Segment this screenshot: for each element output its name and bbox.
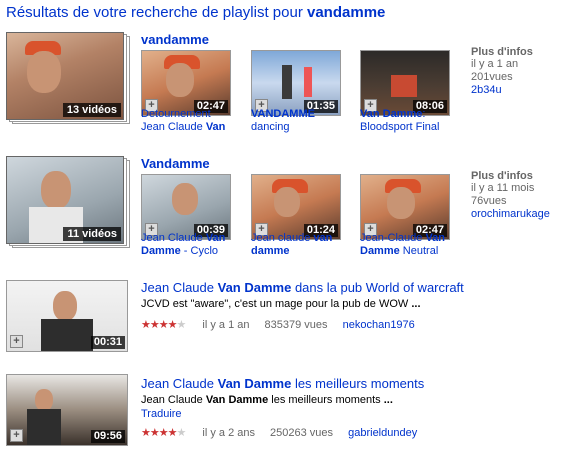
rating-stars: ★★★★★ [141,427,186,439]
upload-age: il y a 2 ans [202,427,255,439]
video-duration: 00:31 [90,336,125,349]
more-info-link[interactable]: Plus d'infos [471,46,533,58]
video-description: Jean Claude Van Damme les meilleurs mome… [141,394,393,406]
caption-line: VANDAMME [251,108,315,120]
face-shape [274,187,300,217]
view-count: 835379 vues [264,319,328,331]
uploader-link[interactable]: nekochan1976 [343,319,415,331]
caption-line: damme [251,245,290,257]
caption-line: Van Damme: [360,108,426,120]
face-shape [387,187,415,219]
uploader-link[interactable]: 2b34u [471,84,533,96]
fighter-shape [391,75,417,97]
page-title-prefix: Résultats de votre recherche de playlist… [6,4,303,21]
shirt-shape [27,409,61,445]
video-duration: 09:56 [90,430,125,443]
video-caption[interactable]: Jean claude van damme [251,232,351,258]
video-title[interactable]: Jean Claude Van Damme dans la pub World … [141,280,464,295]
video-caption[interactable]: Detournement Jean Claude Van [141,108,241,134]
caption-line: Detournement [141,108,211,120]
upload-age: il y a 1 an [202,319,250,331]
dancer-shape [304,67,312,97]
uploader-link[interactable]: orochimarukage [471,208,550,220]
video-thumbnail[interactable]: + 08:06 [360,50,450,116]
add-icon[interactable]: + [10,429,23,442]
face-shape [41,171,71,209]
translate-link[interactable]: Traduire [141,408,182,420]
caption-line: Jean-Claude Van [360,232,446,244]
caption-line: Jean Claude Van [141,232,226,244]
video-meta: ★★★★★ il y a 1 an 835379 vues nekochan19… [141,318,415,331]
caption-line: Jean Claude Van [141,121,226,133]
dancer-shape [282,65,292,99]
add-icon[interactable]: + [10,335,23,348]
video-thumbnail[interactable]: + 00:31 [6,280,128,352]
playlist-thumbnail[interactable]: 13 vidéos [6,32,130,124]
face-shape [172,183,198,215]
video-caption[interactable]: Jean Claude Van Damme - Cyclo [141,232,241,258]
playlist-cover-image: 13 vidéos [6,32,124,120]
caption-line: Damme Neutral [360,245,439,257]
view-count: 76vues [471,195,507,207]
playlist-info: Plus d'infos il y a 1 an 201vues 2b34u [471,46,533,96]
upload-age: il y a 1 an [471,58,519,70]
caption-line: Jean claude van [251,232,333,244]
playlist-info: Plus d'infos il y a 11 mois 76vues oroch… [471,170,550,220]
video-caption[interactable]: Van Damme: Bloodsport Final [360,108,460,134]
face-shape [27,51,61,93]
playlist-cover-image: 11 vidéos [6,156,124,244]
video-caption[interactable]: Jean-Claude Van Damme Neutral [360,232,460,258]
video-thumbnail[interactable]: + 02:47 [360,174,450,240]
caption-line: dancing [251,121,290,133]
video-title[interactable]: Jean Claude Van Damme les meilleurs mome… [141,376,424,391]
search-query: vandamme [307,4,386,21]
video-thumbnail[interactable]: + 02:47 [141,50,231,116]
shirt-shape [41,319,93,351]
view-count: 250263 vues [270,427,334,439]
video-thumbnail[interactable]: + 01:24 [251,174,341,240]
video-thumbnail[interactable]: + 01:35 [251,50,341,116]
caption-line: Bloodsport Final [360,121,440,133]
page-title: Résultats de votre recherche de playlist… [6,4,385,21]
playlist-title[interactable]: Vandamme [141,156,210,171]
video-caption[interactable]: VANDAMME dancing [251,108,351,134]
video-count-badge: 13 vidéos [62,103,121,117]
more-info-link[interactable]: Plus d'infos [471,170,550,182]
video-thumbnail[interactable]: + 00:39 [141,174,231,240]
rating-stars: ★★★★★ [141,319,186,331]
face-shape [166,63,194,97]
playlist-thumbnail[interactable]: 11 vidéos [6,156,130,248]
video-count-badge: 11 vidéos [63,227,121,241]
video-description: JCVD est "aware", c'est un mage pour la … [141,298,421,310]
video-meta: ★★★★★ il y a 2 ans 250263 vues gabrieldu… [141,426,417,439]
face-shape [35,389,53,411]
upload-age: il y a 11 mois [471,182,535,194]
caption-line: Damme - Cyclo [141,245,219,257]
uploader-link[interactable]: gabrieldundey [348,427,417,439]
video-thumbnail[interactable]: + 09:56 [6,374,128,446]
view-count: 201vues [471,71,513,83]
playlist-title[interactable]: vandamme [141,32,209,47]
face-shape [53,291,77,321]
